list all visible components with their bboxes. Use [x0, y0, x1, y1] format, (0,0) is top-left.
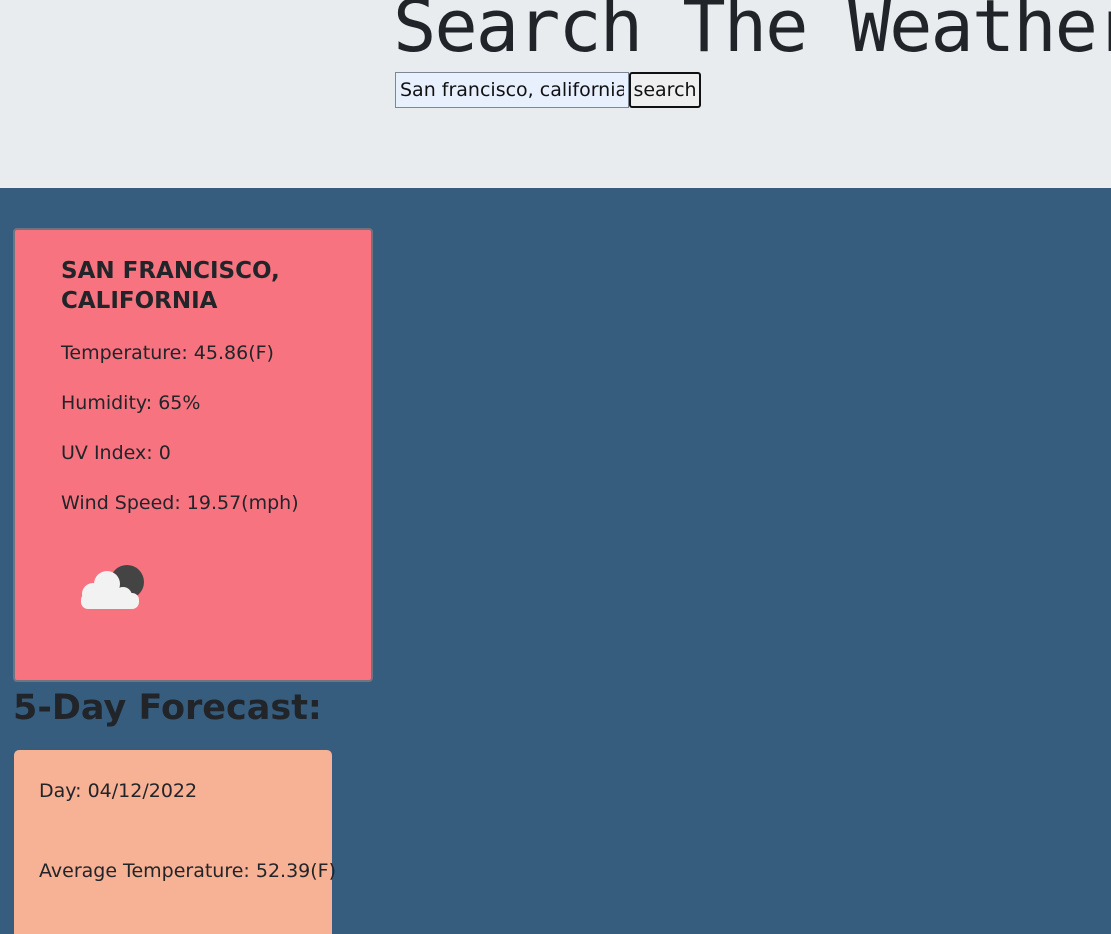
- header: Search The Weather search: [0, 0, 1111, 188]
- page-title: Search The Weather: [393, 0, 1111, 68]
- forecast-avg-temp: Average Temperature: 52.39(F): [39, 860, 337, 882]
- wind-speed: Wind Speed: 19.57(mph): [61, 492, 299, 514]
- forecast-heading: 5-Day Forecast:: [13, 688, 322, 728]
- search-button[interactable]: search: [629, 72, 701, 108]
- city-name: SAN FRANCISCO, CALIFORNIA: [61, 258, 280, 314]
- current-weather-card: SAN FRANCISCO, CALIFORNIA Temperature: 4…: [13, 228, 373, 682]
- forecast-card: Day: 04/12/2022 Average Temperature: 52.…: [14, 750, 336, 934]
- humidity: Humidity: 65%: [61, 392, 201, 414]
- uv-index: UV Index: 0: [61, 442, 171, 464]
- temperature: Temperature: 45.86(F): [61, 342, 274, 364]
- forecast-day: Day: 04/12/2022: [39, 780, 198, 802]
- night-cloudy-icon: [81, 565, 144, 609]
- search-input[interactable]: [395, 72, 629, 108]
- page: Search The Weather search SAN FRANCISCO,…: [0, 0, 1111, 934]
